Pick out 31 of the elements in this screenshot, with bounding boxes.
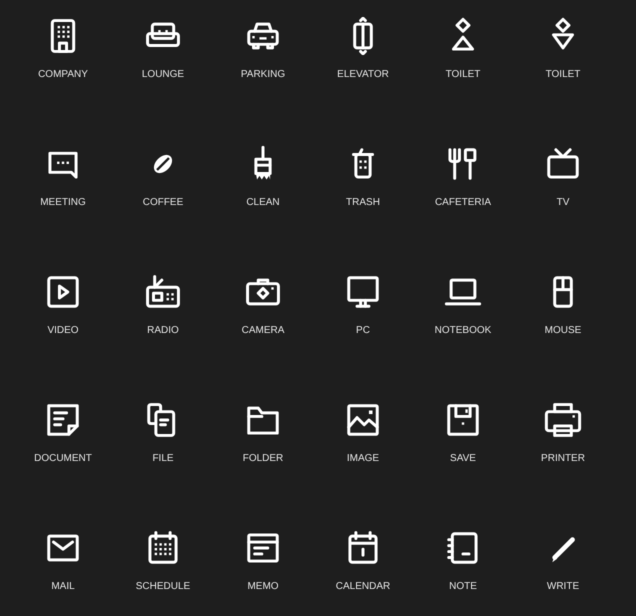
icon-label: MOUSE — [544, 326, 582, 336]
icon-label: PARKING — [240, 70, 286, 80]
icon-label: SCHEDULE — [136, 582, 190, 592]
icon-label: ELEVATOR — [337, 70, 389, 80]
icon-label: SAVE — [450, 454, 476, 464]
icon-label: WRITE — [546, 582, 580, 592]
icon-label: FILE — [152, 454, 174, 464]
icon-label: DOCUMENT — [34, 454, 92, 464]
icon-label: MEETING — [40, 198, 86, 208]
printer-icon — [544, 401, 582, 439]
icon-label: TOILET — [546, 70, 580, 80]
icon-label: CLEAN — [246, 198, 280, 208]
icon-label: LOUNGE — [142, 70, 184, 80]
icon-label: PRINTER — [541, 454, 585, 464]
icon-label: CAFETERIA — [434, 198, 492, 208]
icon-label: TOILET — [446, 70, 480, 80]
icon-label: MAIL — [51, 582, 75, 592]
icon-label: IMAGE — [346, 454, 380, 464]
icon-label: VIDEO — [47, 326, 79, 336]
icon-label: PC — [356, 326, 370, 336]
icon-label: COMPANY — [38, 70, 88, 80]
icon-label: CALENDAR — [336, 582, 390, 592]
icon-label: RADIO — [147, 326, 179, 336]
icon-label: NOTEBOOK — [434, 326, 492, 336]
icon-label: CAMERA — [242, 326, 284, 336]
icon-label: FOLDER — [242, 454, 284, 464]
icon-label: NOTE — [449, 582, 477, 592]
icon-label: COFFEE — [142, 198, 184, 208]
icon-label: TV — [556, 198, 570, 208]
icon-label: TRASH — [346, 198, 380, 208]
icon-label: MEMO — [247, 582, 279, 592]
